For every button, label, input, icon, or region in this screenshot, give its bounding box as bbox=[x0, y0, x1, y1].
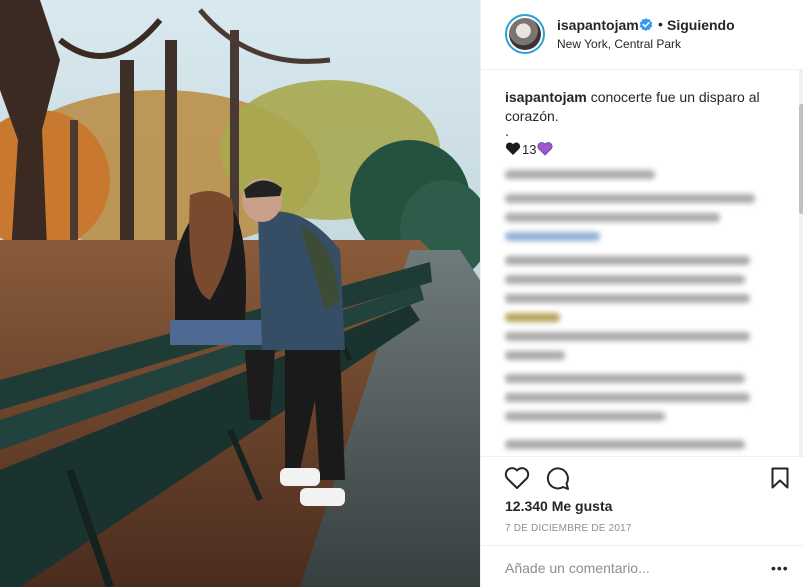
post-photo[interactable] bbox=[0, 0, 480, 587]
caption-emoji-row: 13 bbox=[505, 140, 553, 158]
heart-icon[interactable] bbox=[504, 466, 530, 490]
header-username[interactable]: isapantojam bbox=[557, 17, 639, 33]
blurred-comment bbox=[505, 194, 760, 251]
avatar[interactable] bbox=[505, 14, 545, 54]
blurred-comment bbox=[505, 440, 760, 456]
blurred-comment bbox=[505, 256, 760, 332]
caption-username[interactable]: isapantojam bbox=[505, 89, 587, 105]
purple-heart-icon bbox=[538, 142, 553, 156]
caption: isapantojam conocerte fue un disparo al c… bbox=[505, 88, 775, 126]
likes-count[interactable]: 12.340 Me gusta bbox=[505, 498, 612, 514]
add-comment-input[interactable] bbox=[505, 558, 745, 578]
post-side-panel: isapantojam • Siguiendo New York, Centra… bbox=[480, 0, 803, 587]
location-link[interactable]: New York, Central Park bbox=[557, 37, 681, 51]
comment-icon[interactable] bbox=[545, 466, 570, 491]
comments-section[interactable]: isapantojam conocerte fue un disparo al c… bbox=[481, 70, 803, 456]
verified-badge-icon bbox=[639, 18, 653, 32]
scrollbar-thumb[interactable] bbox=[799, 104, 803, 214]
comments-scrollbar[interactable] bbox=[799, 70, 803, 456]
post-actions: 12.340 Me gusta 7 DE DICIEMBRE DE 2017 •… bbox=[481, 456, 803, 587]
blurred-comment bbox=[505, 170, 655, 189]
couple-kissing-central-park-image bbox=[0, 0, 480, 587]
following-button[interactable]: Siguiendo bbox=[667, 17, 735, 33]
more-options-icon[interactable]: ••• bbox=[771, 561, 789, 575]
black-heart-icon bbox=[505, 142, 521, 155]
add-comment-bar: ••• bbox=[481, 545, 803, 587]
heart-count: 13 bbox=[522, 141, 537, 157]
bookmark-icon[interactable] bbox=[771, 467, 789, 489]
blurred-comment bbox=[505, 374, 760, 431]
post-date: 7 DE DICIEMBRE DE 2017 bbox=[505, 523, 632, 534]
blurred-comment bbox=[505, 332, 760, 370]
separator-dot: • bbox=[658, 16, 663, 32]
caption-dot: . bbox=[505, 123, 509, 139]
post-header: isapantojam • Siguiendo New York, Centra… bbox=[481, 0, 803, 70]
